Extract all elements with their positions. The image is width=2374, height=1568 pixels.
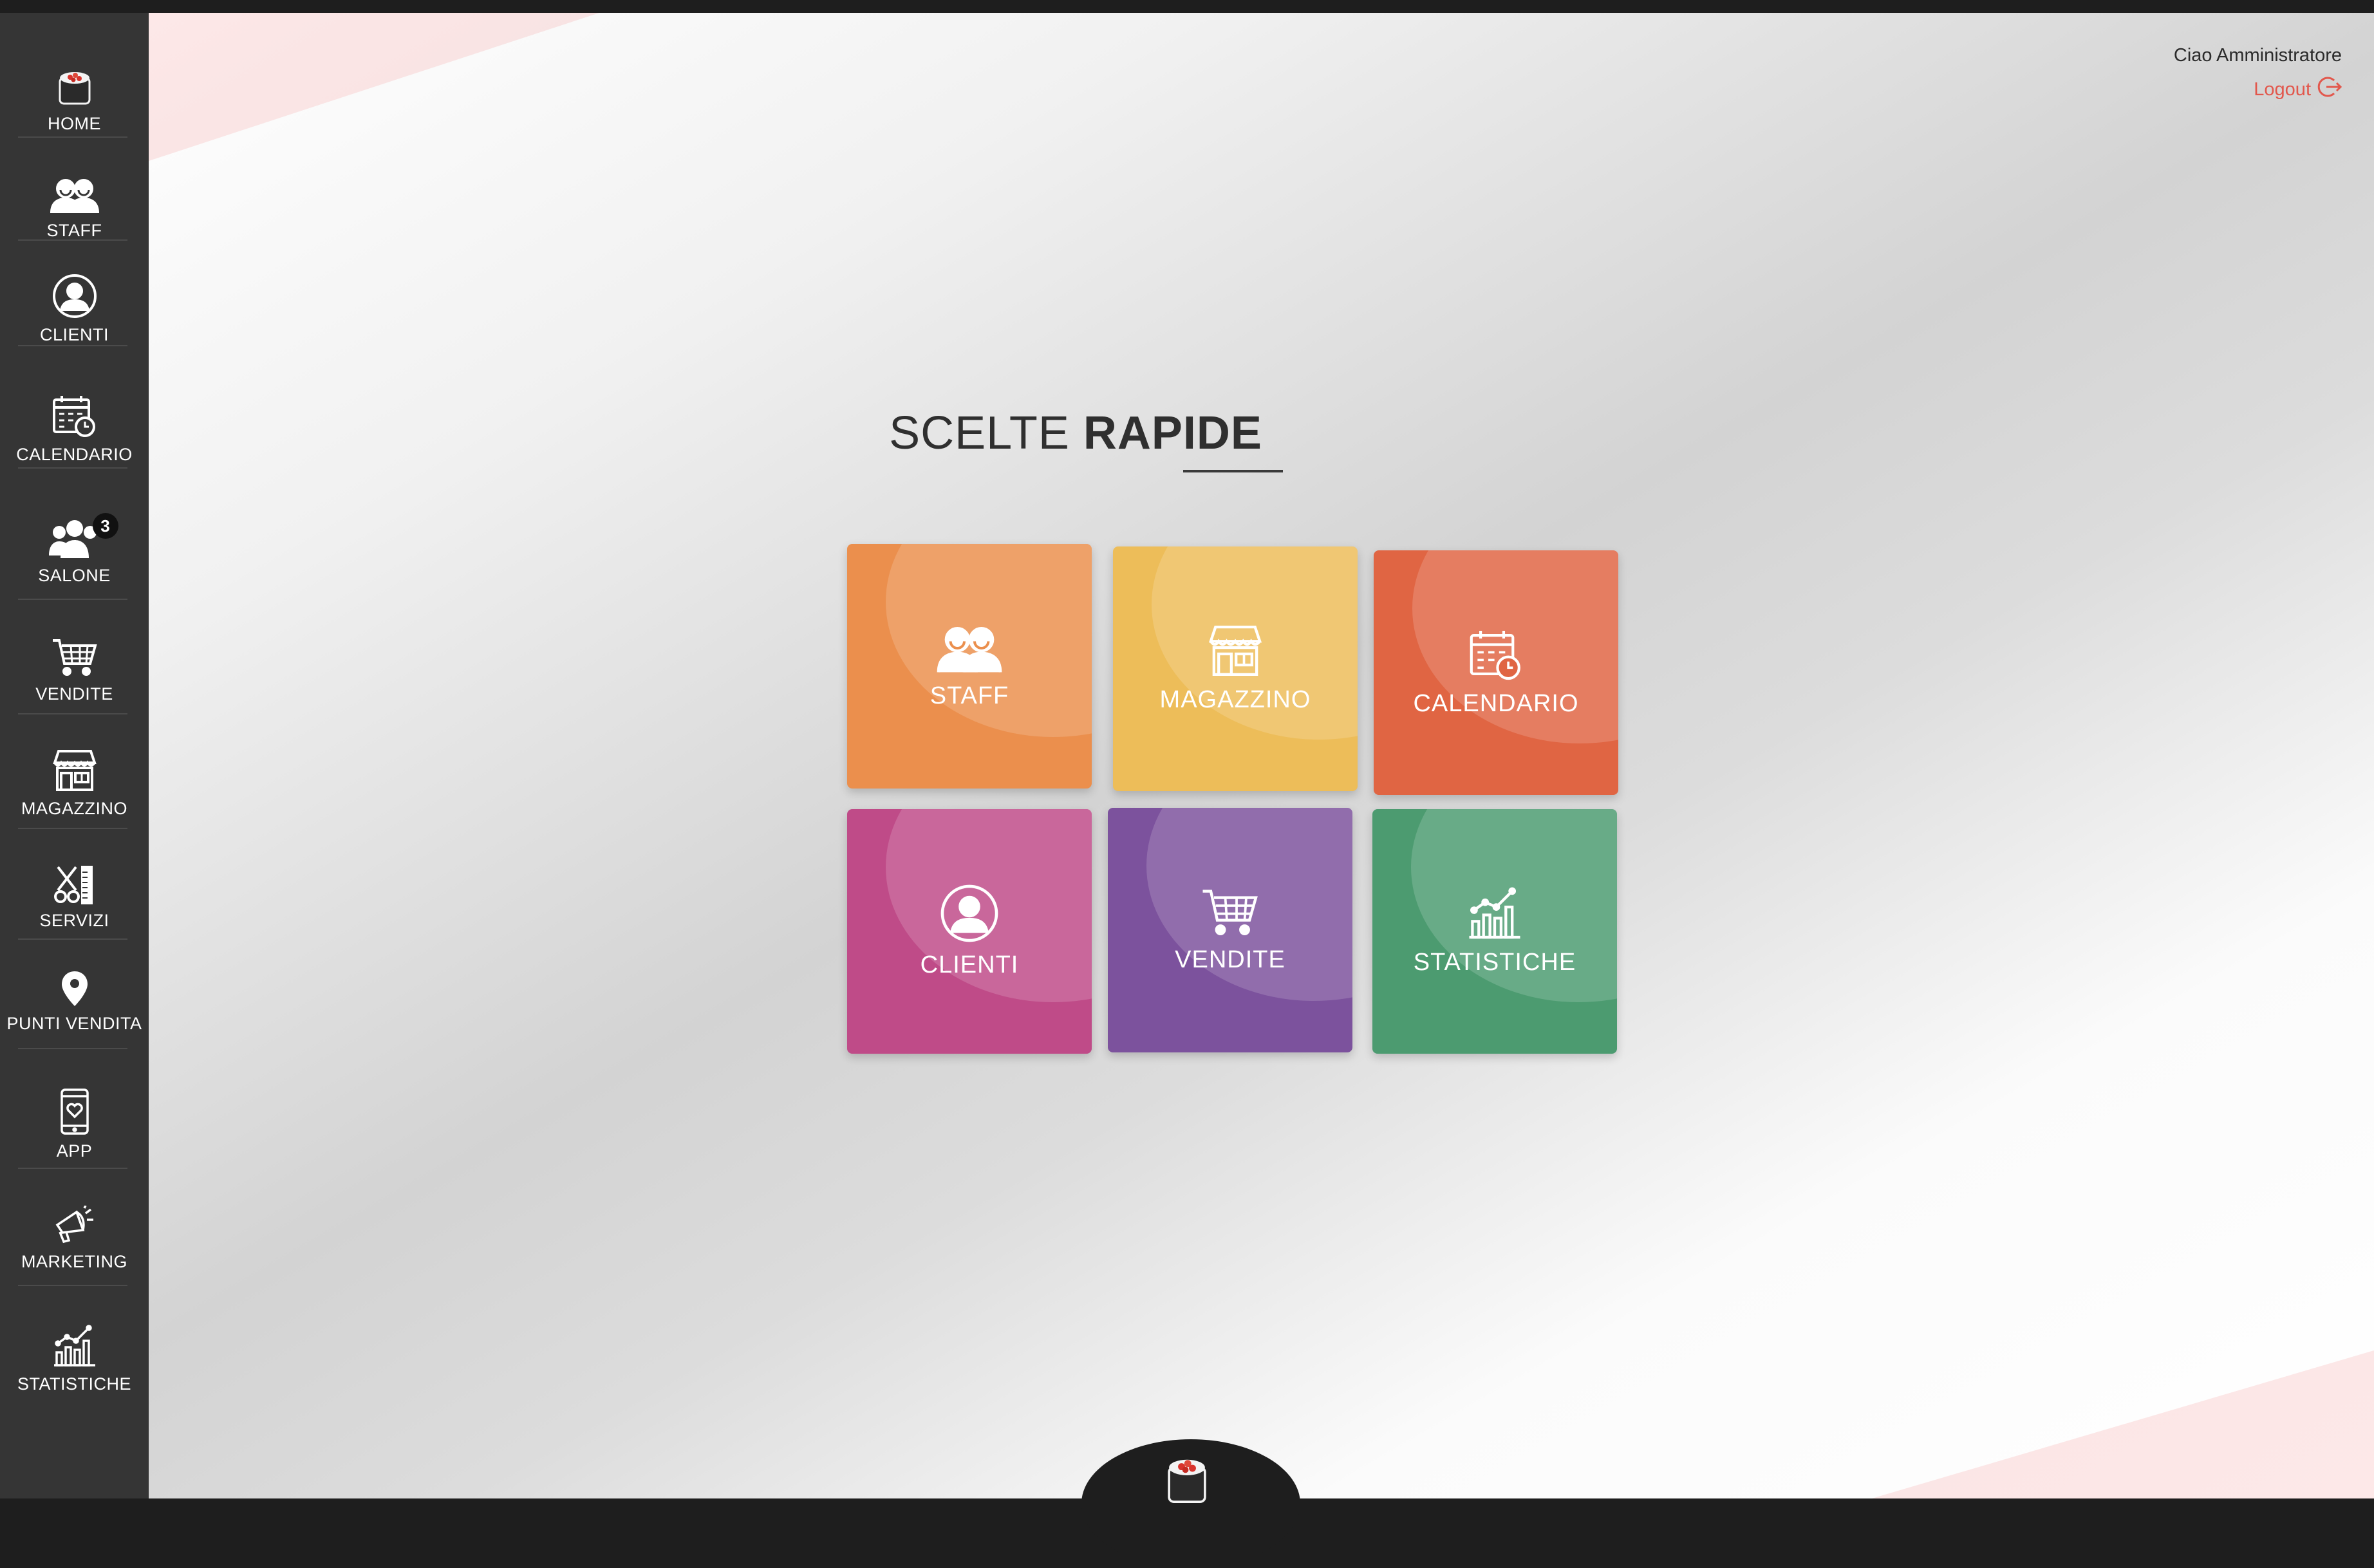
tile-clienti[interactable]: CLIENTI xyxy=(847,809,1092,1054)
tile-label: CALENDARIO xyxy=(1413,690,1579,717)
tile-statistiche[interactable]: STATISTICHE xyxy=(1372,809,1617,1054)
sidebar-item-staff[interactable]: STAFF xyxy=(0,161,149,241)
user-circle-icon xyxy=(52,274,97,319)
sidebar-divider xyxy=(18,1285,127,1286)
sidebar-item-punti-vendita[interactable]: PUNTI VENDITA xyxy=(0,950,149,1034)
sidebar-item-statistiche[interactable]: STATISTICHE xyxy=(0,1300,149,1394)
store-icon xyxy=(1208,624,1263,681)
bar-chart-icon xyxy=(53,1324,97,1368)
sidebar-divider xyxy=(18,938,127,940)
sushi-logo-icon xyxy=(55,68,95,107)
sidebar-item-label: CLIENTI xyxy=(39,325,109,344)
sidebar-divider xyxy=(18,599,127,600)
calendar-clock-icon xyxy=(51,393,98,438)
sidebar-item-label: CALENDARIO xyxy=(16,445,133,464)
sidebar-item-label: STAFF xyxy=(46,221,102,240)
sidebar-divider xyxy=(18,828,127,829)
map-pin-icon xyxy=(61,970,89,1007)
sidebar-divider xyxy=(18,239,127,241)
sidebar-item-label: HOME xyxy=(48,114,101,133)
tile-label: VENDITE xyxy=(1175,946,1285,973)
sidebar: HOME STAFF CLIENTI CALENDARIO 3 SALONE V… xyxy=(0,13,149,1498)
user-circle-icon xyxy=(940,884,999,946)
logout-icon xyxy=(2317,75,2342,104)
title-bold: RAPIDE xyxy=(1083,407,1262,459)
tile-label: STATISTICHE xyxy=(1413,949,1576,976)
megaphone-icon xyxy=(53,1206,96,1246)
cart-icon xyxy=(1201,886,1259,941)
sidebar-item-label: MARKETING xyxy=(21,1252,127,1271)
title-underline xyxy=(1183,470,1283,472)
bar-chart-icon xyxy=(1468,886,1522,944)
decorative-shape xyxy=(1872,1350,2374,1498)
sidebar-item-app[interactable]: APP xyxy=(0,1071,149,1161)
sidebar-item-label: PUNTI VENDITA xyxy=(6,1014,142,1033)
sidebar-item-label: VENDITE xyxy=(35,684,113,704)
logout-label: Logout xyxy=(2254,79,2311,100)
sidebar-item-label: SALONE xyxy=(38,566,111,585)
sidebar-item-label: APP xyxy=(56,1141,93,1161)
sidebar-item-marketing[interactable]: MARKETING xyxy=(0,1184,149,1272)
scissors-comb-icon xyxy=(53,864,95,904)
staff-icon xyxy=(49,176,100,214)
sidebar-item-calendario[interactable]: CALENDARIO xyxy=(0,371,149,465)
logout-link[interactable]: Logout xyxy=(2254,75,2342,104)
sidebar-item-label: MAGAZZINO xyxy=(21,799,127,818)
tile-staff[interactable]: STAFF xyxy=(847,544,1092,789)
sidebar-item-home[interactable]: HOME xyxy=(0,44,149,134)
cart-icon xyxy=(51,637,98,678)
sidebar-divider xyxy=(18,136,127,138)
sidebar-item-salone[interactable]: 3 SALONE xyxy=(0,489,149,586)
staff-icon xyxy=(933,622,1005,677)
calendar-clock-icon xyxy=(1468,628,1524,685)
sidebar-divider xyxy=(18,713,127,714)
sidebar-item-vendite[interactable]: VENDITE xyxy=(0,611,149,704)
tile-label: STAFF xyxy=(930,682,1009,709)
greeting-text: Ciao Amministratore xyxy=(2173,45,2342,66)
smartphone-heart-icon xyxy=(60,1088,89,1135)
sidebar-item-clienti[interactable]: CLIENTI xyxy=(0,263,149,345)
tile-label: MAGAZZINO xyxy=(1159,686,1311,713)
tile-calendario[interactable]: CALENDARIO xyxy=(1374,550,1618,795)
sidebar-divider xyxy=(18,1048,127,1049)
tile-vendite[interactable]: VENDITE xyxy=(1108,808,1352,1052)
sidebar-divider xyxy=(18,345,127,346)
sidebar-divider xyxy=(18,467,127,469)
notification-badge: 3 xyxy=(92,513,118,539)
sidebar-item-servizi[interactable]: SERVIZI xyxy=(0,843,149,931)
store-icon xyxy=(52,749,97,792)
sidebar-divider xyxy=(18,1168,127,1169)
sushi-logo-icon[interactable] xyxy=(1163,1453,1211,1508)
tile-label: CLIENTI xyxy=(920,951,1019,978)
user-greeting: Ciao Amministratore Logout xyxy=(2174,45,2342,104)
sidebar-item-label: STATISTICHE xyxy=(17,1374,131,1394)
title-light: SCELTE xyxy=(889,407,1070,459)
group-icon: 3 xyxy=(48,513,118,559)
sidebar-item-label: SERVIZI xyxy=(39,911,109,930)
decorative-shape xyxy=(149,13,599,161)
tile-magazzino[interactable]: MAGAZZINO xyxy=(1113,546,1358,791)
window-top-frame xyxy=(0,0,2374,13)
sidebar-item-magazzino[interactable]: MAGAZZINO xyxy=(0,726,149,819)
